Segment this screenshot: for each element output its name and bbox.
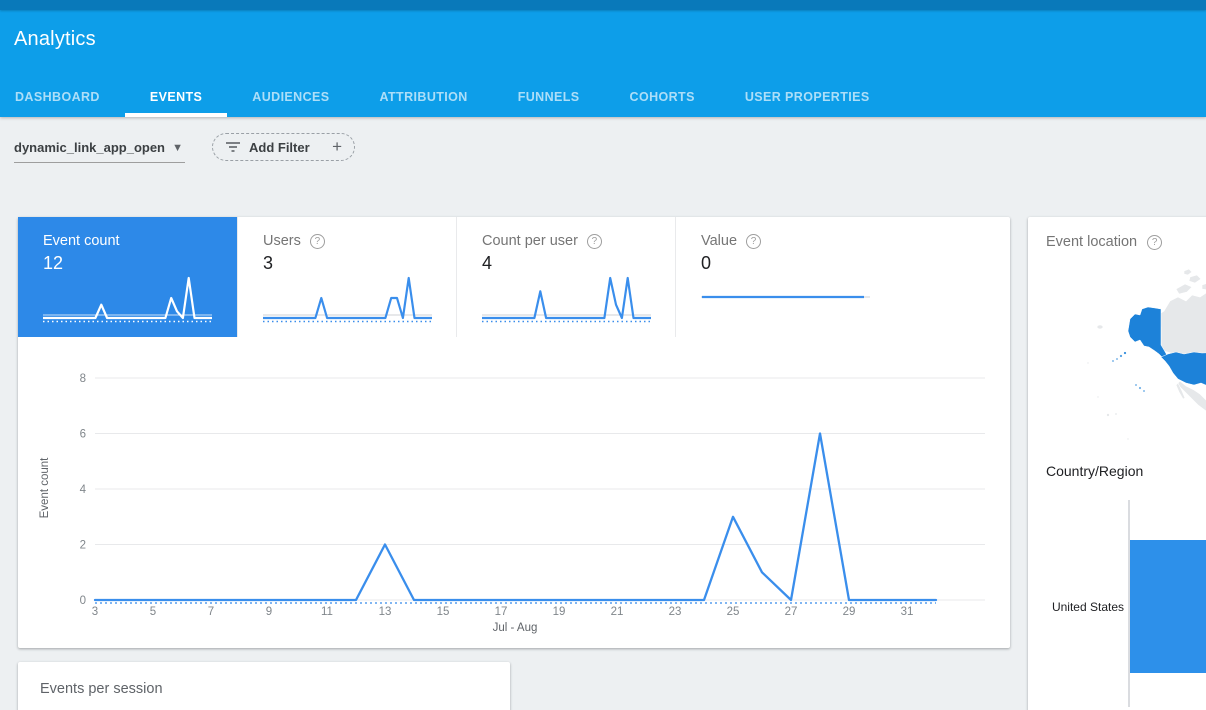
svg-text:7: 7 <box>208 606 214 618</box>
svg-text:31: 31 <box>901 606 914 618</box>
svg-text:19: 19 <box>553 606 566 618</box>
metric-card-value[interactable]: Value ? 0 <box>675 217 894 337</box>
metric-card-count-per-user[interactable]: Count per user ? 4 <box>456 217 675 337</box>
svg-text:27: 27 <box>785 606 798 618</box>
card-title: Event location <box>1046 234 1137 250</box>
country-region-header: Country/Region <box>1046 463 1143 479</box>
events-per-session-card: Events per session <box>18 662 510 710</box>
svg-text:25: 25 <box>727 606 740 618</box>
add-filter-button[interactable]: Add Filter + <box>212 133 355 161</box>
svg-text:8: 8 <box>80 373 86 385</box>
page-title: Analytics <box>14 28 96 51</box>
tab-user-properties[interactable]: USER PROPERTIES <box>720 77 895 117</box>
svg-text:17: 17 <box>495 606 508 618</box>
tab-attribution[interactable]: ATTRIBUTION <box>355 77 493 117</box>
tab-cohorts[interactable]: COHORTS <box>605 77 720 117</box>
app-header: Analytics DASHBOARD EVENTS AUDIENCES ATT… <box>0 0 1206 117</box>
sparkline-value <box>701 269 870 325</box>
svg-text:0: 0 <box>80 595 86 607</box>
tab-dashboard[interactable]: DASHBOARD <box>0 77 125 117</box>
svg-text:23: 23 <box>669 606 682 618</box>
filter-bar: dynamic_link_app_open ▼ Add Filter + <box>0 117 1206 217</box>
tab-funnels[interactable]: FUNNELS <box>493 77 605 117</box>
event-report-card: Event count 12 Users ? 3 Count per user … <box>18 217 1010 648</box>
event-count-line-chart: 0 2 4 6 8 3 5 7 9 11 13 15 17 19 21 23 25 27 29 31 Jul - Aug… <box>18 354 1010 648</box>
plus-icon: + <box>332 137 342 157</box>
svg-text:5: 5 <box>150 606 156 618</box>
sparkline-users <box>263 269 432 325</box>
svg-text:3: 3 <box>92 606 98 618</box>
metric-label: Value <box>701 233 737 249</box>
help-icon[interactable]: ? <box>587 234 602 249</box>
svg-text:4: 4 <box>80 484 87 496</box>
nav-tabs: DASHBOARD EVENTS AUDIENCES ATTRIBUTION F… <box>0 77 895 117</box>
svg-text:2: 2 <box>80 540 86 552</box>
metric-card-event-count[interactable]: Event count 12 <box>18 217 237 337</box>
sparkline-count-per-user <box>482 269 651 325</box>
tab-events[interactable]: EVENTS <box>125 77 227 117</box>
svg-text:9: 9 <box>266 606 272 618</box>
svg-text:11: 11 <box>321 606 333 618</box>
browser-top-strip <box>0 0 1206 10</box>
metric-label: Users <box>263 233 301 249</box>
bar-label-united-states: United States <box>1028 600 1124 614</box>
chevron-down-icon: ▼ <box>172 142 185 154</box>
tab-audiences[interactable]: AUDIENCES <box>227 77 354 117</box>
metric-card-users[interactable]: Users ? 3 <box>237 217 456 337</box>
bar-united-states <box>1130 540 1206 673</box>
svg-text:21: 21 <box>611 606 624 618</box>
card-title: Events per session <box>40 681 163 697</box>
svg-text:Jul - Aug: Jul - Aug <box>493 622 538 634</box>
metric-label: Count per user <box>482 233 578 249</box>
svg-text:15: 15 <box>437 606 450 618</box>
svg-text:6: 6 <box>80 429 86 441</box>
filter-list-icon <box>225 140 241 154</box>
world-map <box>1028 267 1206 457</box>
svg-text:13: 13 <box>379 606 392 618</box>
add-filter-label: Add Filter <box>249 140 310 155</box>
metric-card-row: Event count 12 Users ? 3 Count per user … <box>18 217 894 337</box>
svg-text:29: 29 <box>843 606 856 618</box>
event-select-value: dynamic_link_app_open <box>14 140 165 155</box>
help-icon[interactable]: ? <box>310 234 325 249</box>
help-icon[interactable]: ? <box>1147 235 1162 250</box>
help-icon[interactable]: ? <box>746 234 761 249</box>
event-location-card: Event location ? <box>1028 217 1206 710</box>
svg-text:Event count: Event count <box>39 457 51 519</box>
sparkline-event-count <box>43 269 212 325</box>
event-select-dropdown[interactable]: dynamic_link_app_open ▼ <box>14 133 185 163</box>
metric-label: Event count <box>43 233 120 249</box>
